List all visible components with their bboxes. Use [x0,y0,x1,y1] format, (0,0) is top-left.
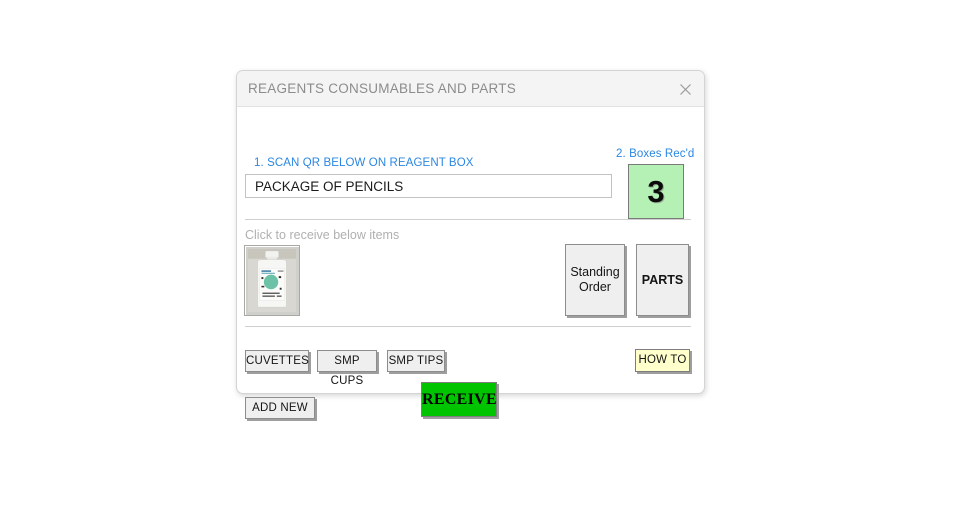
divider-bottom [245,326,691,327]
standing-order-label-line2: Order [579,280,611,294]
thumbnail-image [248,249,296,312]
how-to-button[interactable]: HOW TO [635,349,690,372]
scan-qr-label: 1. SCAN QR BELOW ON REAGENT BOX [254,157,474,169]
standing-order-label-line1: Standing [570,265,620,279]
add-new-button[interactable]: ADD NEW [245,397,315,419]
divider-top [245,219,691,220]
boxes-received-count: 3 [647,174,665,209]
parts-button[interactable]: PARTS [636,244,689,316]
receive-button[interactable]: RECEIVE [421,382,497,417]
reagent-bottle-thumbnail[interactable] [244,245,300,316]
close-icon[interactable] [672,77,698,101]
dialog-titlebar: REAGENTS CONSUMABLES AND PARTS [237,71,704,107]
dialog-title: REAGENTS CONSUMABLES AND PARTS [248,81,517,96]
boxes-received-box[interactable]: 3 [628,164,684,219]
dialog-body: 1. SCAN QR BELOW ON REAGENT BOX 2. Boxes… [237,107,704,419]
reagents-dialog: REAGENTS CONSUMABLES AND PARTS 1. SCAN Q… [236,70,705,419]
standing-order-label: Standing Order [570,265,619,295]
standing-order-button[interactable]: Standing Order [565,244,625,316]
scan-input[interactable] [245,174,612,198]
receive-hint-text: Click to receive below items [245,228,400,242]
boxes-received-label: 2. Boxes Rec'd [616,148,695,160]
smp-cups-button[interactable]: SMP CUPS [317,350,377,387]
smp-tips-button[interactable]: SMP TIPS [387,350,445,372]
cuvettes-button[interactable]: CUVETTES [245,350,309,372]
